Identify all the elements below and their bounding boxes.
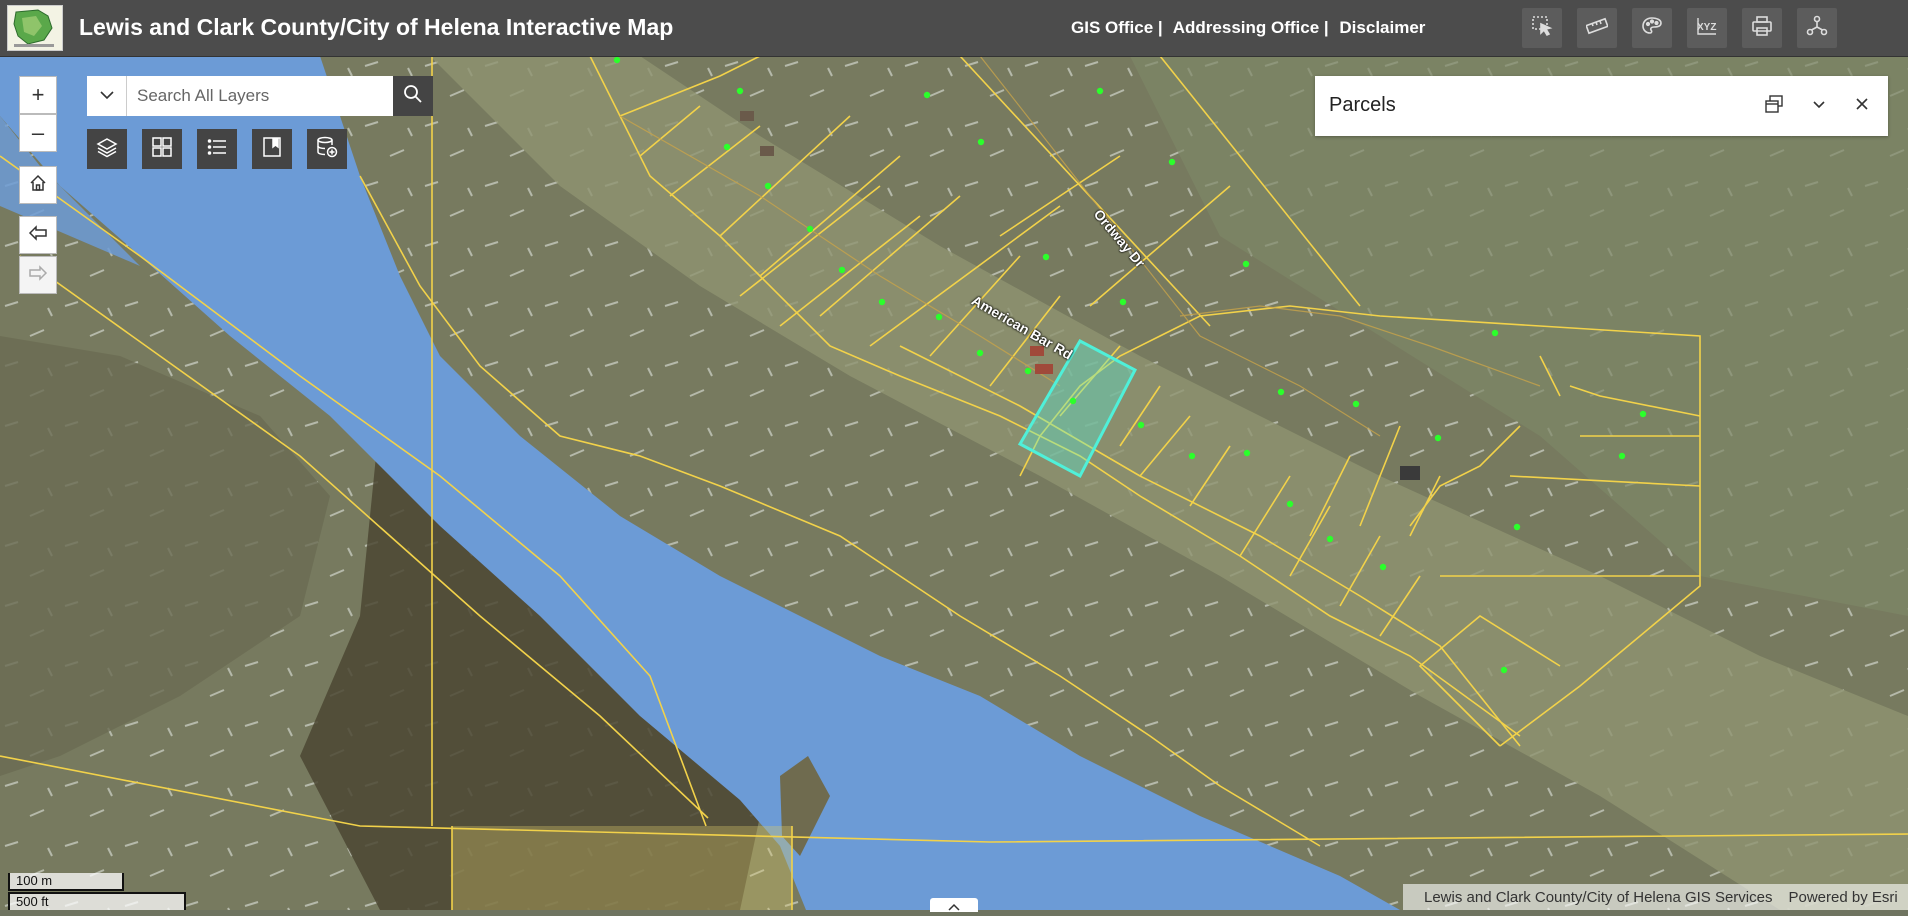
parcels-panel: Parcels	[1315, 76, 1888, 136]
legend-button[interactable]	[197, 129, 237, 169]
measure-icon	[1585, 15, 1609, 42]
search-button[interactable]	[393, 76, 433, 116]
home-icon	[29, 172, 47, 198]
select-tool-button[interactable]	[1522, 8, 1562, 48]
select-icon	[1531, 15, 1553, 42]
disclaimer-link[interactable]: Disclaimer	[1339, 18, 1425, 37]
layers-icon	[96, 136, 118, 163]
panel-title: Parcels	[1329, 94, 1396, 116]
coordinates-icon: XYZ	[1695, 15, 1719, 42]
bookmarks-button[interactable]	[252, 129, 292, 169]
print-icon	[1751, 15, 1773, 42]
scale-bar-imperial: 500 ft	[8, 892, 186, 910]
attribution-source: Lewis and Clark County/City of Helena GI…	[1424, 888, 1773, 906]
panel-close-button[interactable]	[1852, 96, 1872, 116]
search-icon	[403, 84, 423, 109]
coordinates-tool-button[interactable]: XYZ	[1687, 8, 1727, 48]
addressing-office-link[interactable]: Addressing Office |	[1173, 18, 1329, 37]
scale-imperial-label: 500 ft	[16, 894, 49, 909]
zoom-out-button[interactable]: –	[19, 114, 57, 152]
gis-office-link[interactable]: GIS Office |	[1071, 18, 1163, 37]
zoom-in-label: +	[31, 82, 45, 107]
chevron-down-icon	[1812, 97, 1826, 115]
share-tool-button[interactable]	[1797, 8, 1837, 48]
arrow-left-icon	[28, 222, 48, 248]
zoom-in-button[interactable]: +	[19, 76, 57, 114]
search-source-dropdown[interactable]	[87, 76, 127, 116]
next-extent-button[interactable]	[19, 256, 57, 294]
chevron-down-icon	[99, 87, 115, 105]
basemap-gallery-button[interactable]	[142, 129, 182, 169]
search-bar	[87, 76, 433, 116]
scale-metric-label: 100 m	[16, 873, 53, 888]
bookmark-icon	[261, 136, 283, 163]
add-data-button[interactable]	[307, 129, 347, 169]
print-tool-button[interactable]	[1742, 8, 1782, 48]
search-input[interactable]	[127, 76, 393, 116]
home-button[interactable]	[19, 166, 57, 204]
measure-tool-button[interactable]	[1577, 8, 1617, 48]
panel-collapse-button[interactable]	[1809, 96, 1829, 116]
basemap-icon	[1641, 15, 1663, 42]
chevron-up-icon	[947, 898, 961, 916]
basemap-tool-button[interactable]	[1632, 8, 1672, 48]
svg-text:XYZ: XYZ	[1697, 22, 1716, 33]
county-logo[interactable]	[7, 5, 63, 51]
arrow-right-icon	[28, 262, 48, 288]
zoom-out-label: –	[31, 120, 45, 145]
attribution-bar: Lewis and Clark County/City of Helena GI…	[1403, 884, 1908, 910]
database-add-icon	[316, 136, 338, 163]
app-header: Lewis and Clark County/City of Helena In…	[0, 0, 1908, 57]
dock-icon	[1764, 94, 1784, 119]
app-title: Lewis and Clark County/City of Helena In…	[79, 14, 674, 40]
grid-icon	[151, 136, 173, 163]
share-icon	[1806, 15, 1828, 42]
scale-bar-metric: 100 m	[8, 873, 124, 891]
panel-dock-button[interactable]	[1764, 94, 1784, 119]
map-view[interactable]: American Bar Rd Ordway Dr	[0, 56, 1908, 910]
list-icon	[206, 136, 228, 163]
header-links: GIS Office | Addressing Office | Disclai…	[1071, 18, 1431, 38]
attribution-powered[interactable]: Powered by Esri	[1788, 889, 1897, 906]
map-canvas[interactable]	[0, 56, 1908, 910]
previous-extent-button[interactable]	[19, 216, 57, 254]
close-icon	[1855, 97, 1869, 116]
layers-button[interactable]	[87, 129, 127, 169]
